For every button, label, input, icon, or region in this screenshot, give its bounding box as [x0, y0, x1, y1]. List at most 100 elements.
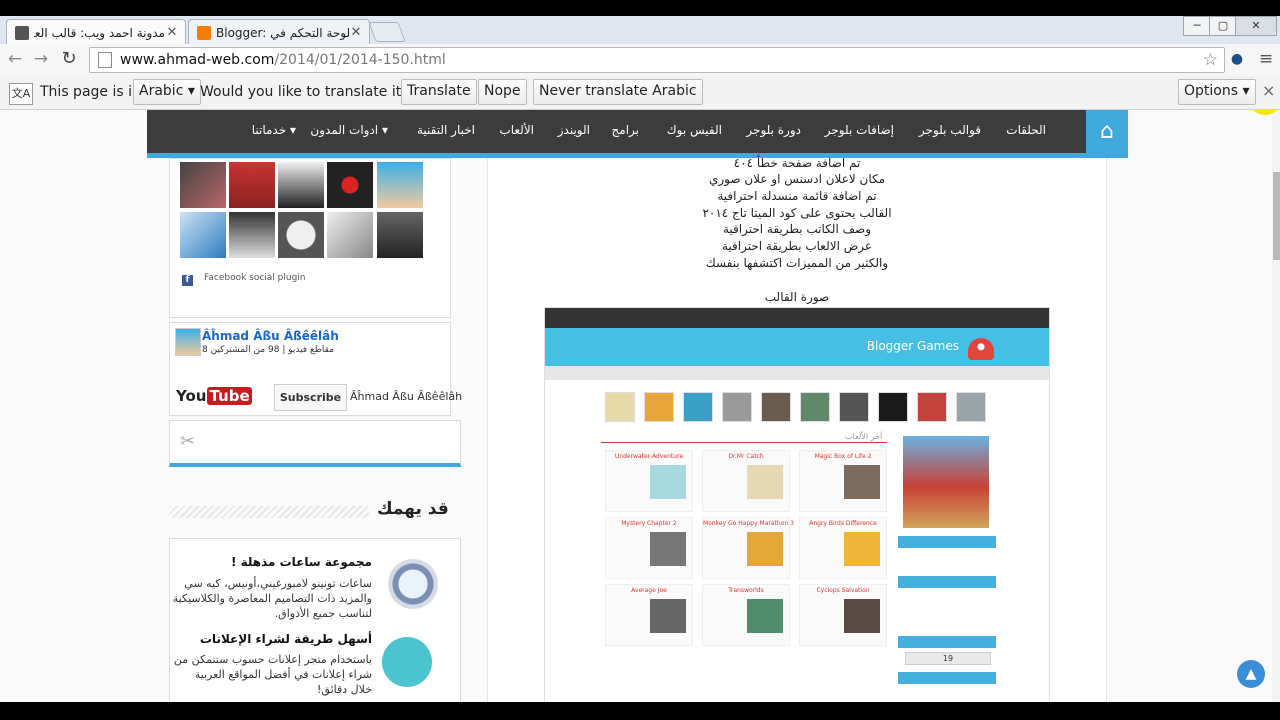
nav-item-course[interactable]: دورة بلوجر [746, 123, 801, 137]
menu-icon[interactable]: ≡ [1255, 48, 1277, 70]
fan-avatar[interactable] [180, 212, 226, 258]
template-preview-image[interactable]: Blogger Games آخر الألعاب Underwater Adv… [544, 307, 1050, 702]
preview-thumb [878, 392, 908, 422]
preview-topbar [545, 308, 1049, 328]
feature-line: والكثير من المميزات اكتشفها بنفسك [705, 256, 889, 270]
chevron-down-icon: ▾ [187, 83, 195, 99]
tools-icon[interactable]: ✂ [180, 431, 195, 452]
preview-card: Angry Birds Difference [799, 517, 887, 579]
language-value: Arabic [139, 83, 184, 99]
fan-avatar[interactable] [180, 162, 226, 208]
card-title: Mystery Chapter 2 [621, 520, 677, 527]
feature-line: وصف الكاتب بطريقة احترافية [722, 222, 871, 236]
hsoub-ads-icon[interactable] [382, 637, 432, 687]
options-label: Options [1184, 83, 1239, 99]
feature-line: تم اضافة صفحة خطأ ٤٠٤ [733, 156, 861, 170]
bookmark-star-icon[interactable]: ☆ [1203, 50, 1218, 70]
mushroom-icon [968, 338, 994, 360]
nav-item-addons[interactable]: إضافات بلوجر [825, 123, 894, 137]
card-image [844, 465, 880, 499]
fan-avatar[interactable] [377, 162, 423, 208]
logo-tube: Tube [207, 387, 252, 405]
nav-item-tech-news[interactable]: اخبار التقنية [417, 123, 475, 137]
nope-button[interactable]: Nope [478, 79, 527, 105]
translate-icon: 文A [9, 83, 33, 105]
preview-thumb [722, 392, 752, 422]
watch-icon[interactable] [388, 559, 438, 609]
card-image [747, 465, 783, 499]
preview-card: Magic Box of Life 2 [799, 450, 887, 512]
preview-sidepanel [898, 672, 996, 684]
tab-ahmad-web[interactable]: مدونة احمد ويب: قالب العاب فلاش ✕ [6, 19, 186, 45]
home-icon[interactable]: ⌂ [1086, 110, 1128, 153]
sidebar: f Facebook social plugin Âĥmad Âßu Âßêêl… [147, 158, 485, 702]
preview-card: Dr.Mr Catch [702, 450, 790, 512]
close-infobar-icon[interactable]: × [1262, 81, 1275, 100]
maximize-button[interactable]: ▢ [1209, 16, 1237, 36]
channel-name-link[interactable]: Âĥmad Âßu Âßêêlâh [202, 329, 339, 343]
nav-item-facebook[interactable]: الفيس بوك [667, 123, 722, 137]
top-letterbox [0, 0, 1280, 16]
reload-icon[interactable]: ↻ [58, 48, 80, 70]
extension-icon[interactable]: ● [1226, 48, 1248, 70]
page-icon [98, 52, 112, 68]
nav-item-programs[interactable]: برامج [612, 123, 639, 137]
browser-toolbar: ← → ↻ www.ahmad-web.com/2014/01/2014-150… [0, 44, 1280, 76]
preview-thumb [761, 392, 791, 422]
channel-avatar[interactable] [175, 328, 201, 356]
card-title: Magic Box of Life 2 [814, 453, 872, 460]
nav-item-services[interactable]: خدماتنا ▾ [252, 123, 296, 137]
preview-card: Underwater Adventure [605, 450, 693, 512]
card-title: Transworlds [728, 587, 764, 594]
url-host: www.ahmad-web.com [120, 52, 275, 68]
fan-avatar[interactable] [278, 212, 324, 258]
subscribe-button[interactable]: Subscribe [274, 384, 347, 411]
preview-title: Blogger Games [866, 339, 959, 353]
options-button[interactable]: Options ▾ [1178, 79, 1256, 105]
preview-thumb [605, 392, 635, 422]
fan-avatar[interactable] [229, 162, 275, 208]
ad-title-buy-ads[interactable]: أسهل طريقة لشراء الإعلانات [200, 632, 372, 646]
card-title: Monkey Go Happy Marathon 3 [703, 520, 794, 527]
card-image [844, 599, 880, 633]
fan-avatar[interactable] [278, 162, 324, 208]
image-caption: صورة القالب [764, 290, 830, 304]
address-bar[interactable]: www.ahmad-web.com/2014/01/2014-150.html … [89, 47, 1225, 73]
scroll-to-top-button[interactable]: ▲ [1237, 660, 1265, 688]
card-title: Angry Birds Difference [809, 520, 877, 527]
forward-arrow-icon[interactable]: → [30, 48, 52, 70]
close-tab-icon[interactable]: ✕ [165, 25, 179, 40]
new-tab-button[interactable] [368, 22, 406, 42]
channel-label: Âĥmad Âßu Âßêêlâh [350, 390, 463, 403]
never-translate-button[interactable]: Never translate Arabic [533, 79, 703, 105]
preview-card: Mystery Chapter 2 [605, 517, 693, 579]
back-arrow-icon[interactable]: ← [4, 48, 26, 70]
scrollbar-track[interactable] [1272, 110, 1280, 702]
preview-counter: 19 [905, 652, 991, 665]
minimize-button[interactable]: ─ [1183, 16, 1211, 36]
fan-avatar[interactable] [327, 212, 373, 258]
nav-item-blogger-tools[interactable]: ادوات المدون ▾ [310, 123, 388, 137]
nav-item-episodes[interactable]: الحلقات [1006, 123, 1046, 137]
nav-item-windows[interactable]: الويندز [558, 123, 590, 137]
close-tab-icon[interactable]: ✕ [349, 25, 363, 40]
close-window-button[interactable]: ✕ [1235, 16, 1277, 36]
preview-card: Monkey Go Happy Marathon 3 [702, 517, 794, 579]
tab-blogger[interactable]: Blogger: لوحة التحكم في Blo ✕ [188, 19, 370, 45]
nav-item-games[interactable]: الألعاب [499, 123, 534, 137]
fan-avatar[interactable] [229, 212, 275, 258]
fan-avatar[interactable] [327, 162, 373, 208]
facebook-plugin-link[interactable]: Facebook social plugin [204, 273, 306, 283]
ad-title-watches[interactable]: مجموعة ساعات مذهلة ! [231, 555, 372, 569]
feature-line: مكان لاعلان ادسنس او علان صوري [708, 172, 886, 186]
scrollbar-thumb[interactable] [1273, 172, 1280, 260]
language-select[interactable]: Arabic ▾ [133, 79, 201, 105]
preview-sidepanel [898, 636, 996, 648]
card-image [650, 465, 686, 499]
ad-body-buy-ads: باستخدام متجر إعلانات حسوب ستتمكن من شرا… [173, 653, 372, 696]
fan-avatar[interactable] [377, 212, 423, 258]
card-image [650, 532, 686, 566]
post-content: تم اضافة صفحة خطأ ٤٠٤ مكان لاعلان ادسنس … [487, 156, 1107, 702]
translate-button[interactable]: Translate [401, 79, 477, 105]
nav-item-templates[interactable]: قوالب بلوجر [919, 123, 981, 137]
